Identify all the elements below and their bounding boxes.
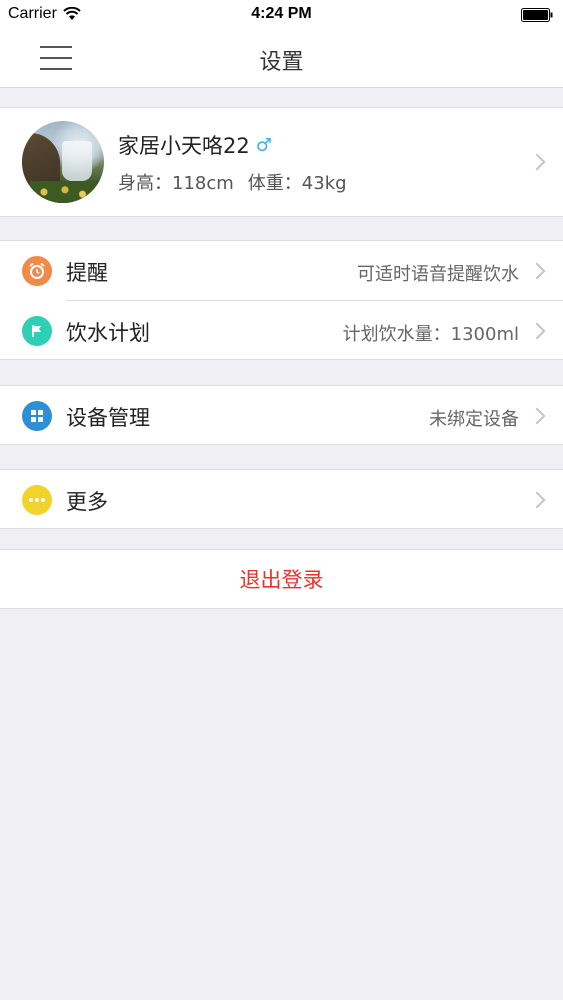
- chevron-right-icon: [528, 407, 546, 425]
- reminder-label: 提醒: [66, 261, 108, 285]
- page-title: 设置: [259, 50, 304, 75]
- flag-icon: [22, 316, 52, 346]
- alarm-clock-icon: [22, 256, 52, 286]
- chevron-right-icon: [528, 262, 546, 280]
- grid-icon: [22, 401, 52, 431]
- profile-stats: 身高：118cm 体重：43kg: [118, 169, 347, 195]
- status-bar: Carrier 4:24 PM: [0, 0, 563, 30]
- reminder-value: 可适时语音提醒饮水: [357, 264, 519, 285]
- male-gender-icon: ♂: [255, 134, 272, 156]
- chevron-right-icon: [528, 491, 546, 509]
- device-management-label: 设备管理: [66, 406, 150, 430]
- row-device-management[interactable]: 设备管理 未绑定设备: [0, 386, 563, 445]
- settings-group-device: 设备管理 未绑定设备: [0, 385, 563, 445]
- profile-height: 身高：118cm: [118, 173, 234, 194]
- nav-bar: 设置: [0, 30, 563, 88]
- chevron-right-icon: [528, 153, 546, 171]
- settings-group-water: 提醒 可适时语音提醒饮水 饮水计划 计划饮水量：1300ml: [0, 240, 563, 360]
- profile-name-line: 家居小天咯22 ♂: [118, 130, 272, 160]
- dots-icon: [22, 485, 52, 515]
- row-water-plan[interactable]: 饮水计划 计划饮水量：1300ml: [0, 301, 563, 360]
- chevron-right-icon: [528, 322, 546, 340]
- battery-icon: [521, 8, 553, 22]
- avatar: [22, 121, 104, 203]
- profile-name: 家居小天咯22: [118, 134, 250, 158]
- settings-group-more: 更多: [0, 469, 563, 529]
- profile-card[interactable]: 家居小天咯22 ♂ 身高：118cm 体重：43kg: [0, 107, 563, 217]
- profile-weight: 体重：43kg: [247, 173, 347, 194]
- water-plan-label: 饮水计划: [66, 321, 150, 345]
- logout-button[interactable]: 退出登录: [0, 549, 563, 609]
- device-management-value: 未绑定设备: [429, 409, 519, 430]
- water-plan-value: 计划饮水量：1300ml: [342, 324, 519, 345]
- status-time: 4:24 PM: [251, 5, 312, 22]
- row-more[interactable]: 更多: [0, 470, 563, 529]
- row-reminder[interactable]: 提醒 可适时语音提醒饮水: [0, 241, 563, 300]
- more-label: 更多: [66, 490, 108, 514]
